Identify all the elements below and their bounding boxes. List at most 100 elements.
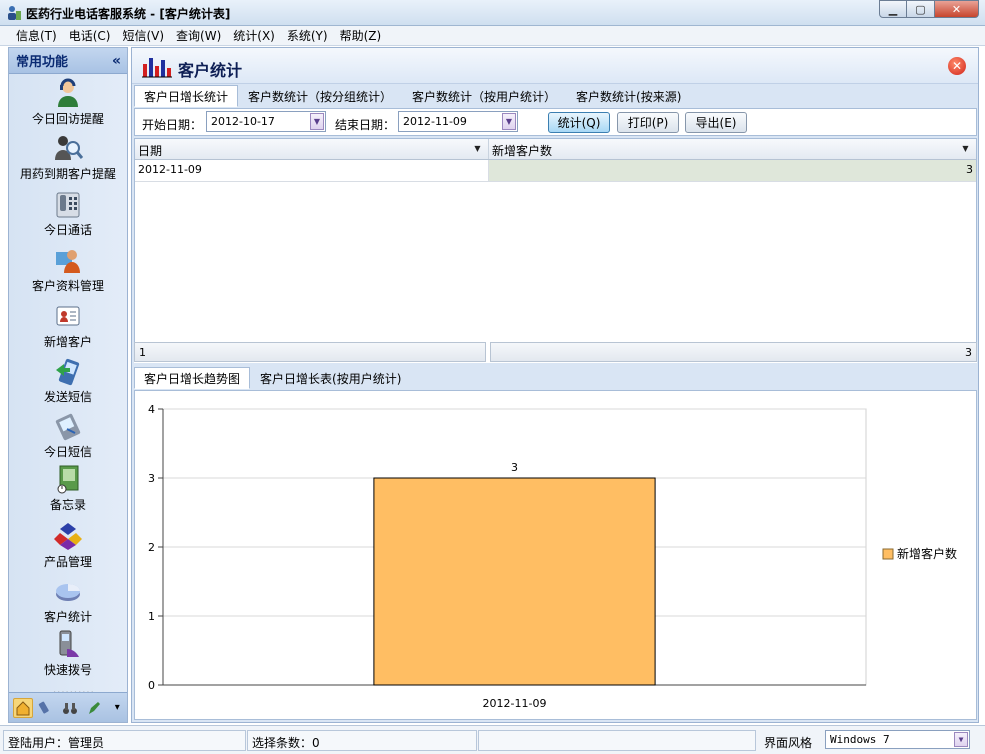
column-header-new-customers[interactable]: 新增客户数: [489, 139, 976, 159]
pie-chart-icon: [52, 576, 84, 606]
chevron-down-icon[interactable]: ▼: [471, 142, 484, 155]
bar-chart-icon: [142, 58, 172, 78]
table-row[interactable]: 2012-11-09 3: [135, 160, 976, 182]
pen-icon[interactable]: [84, 698, 104, 718]
grid-header: 日期 ▼ 新增客户数 ▼: [135, 139, 976, 160]
menu-system[interactable]: 系统(Y): [281, 27, 334, 44]
home-icon[interactable]: [13, 697, 33, 718]
sidebar-item-memo[interactable]: 备忘录: [9, 464, 127, 513]
magnifier-person-icon: [52, 133, 84, 163]
column-header-date[interactable]: 日期: [135, 139, 489, 159]
tab-table-by-user[interactable]: 客户日增长表(按用户统计): [250, 367, 411, 389]
tab-trend-chart[interactable]: 客户日增长趋势图: [134, 367, 251, 389]
grid-summary-row: 1 3: [134, 342, 977, 363]
window-title: 医药行业电话客服系统 - [客户统计表]: [26, 7, 231, 21]
bar-chart: 0 1 2 3 4 3 2012-11-09 新增客户数: [148, 403, 957, 710]
column-header-label: 日期: [138, 144, 163, 158]
sidebar-item-product-management[interactable]: 产品管理: [9, 521, 127, 570]
sidebar-header: 常用功能 «: [9, 48, 127, 74]
chart-area: 0 1 2 3 4 3 2012-11-09 新增客户数: [134, 390, 977, 720]
sidebar-item-label: 客户资料管理: [31, 279, 104, 293]
end-date-value: 2012-11-09: [403, 115, 467, 128]
tab-daily-growth[interactable]: 客户日增长统计: [134, 85, 239, 107]
close-window-button[interactable]: ✕: [935, 0, 979, 18]
person-headset-icon: [52, 78, 84, 108]
cubes-icon: [52, 521, 84, 551]
sidebar-item-customer-management[interactable]: 客户资料管理: [9, 245, 127, 294]
style-label: 界面风格: [764, 736, 813, 750]
menu-info[interactable]: 信息(T): [10, 27, 63, 44]
chevron-down-icon[interactable]: ▼: [502, 113, 516, 130]
y-tick-label: 2: [148, 541, 155, 554]
stat-tabs: 客户日增长统计 客户数统计（按分组统计） 客户数统计（按用户统计） 客户数统计(…: [134, 85, 691, 107]
style-select-value: Windows 7: [830, 733, 890, 746]
menu-query[interactable]: 查询(W): [170, 27, 227, 44]
sidebar-item-followup-reminder[interactable]: 今日回访提醒: [9, 78, 127, 127]
sidebar-item-label: 用药到期客户提醒: [19, 167, 116, 181]
summary-count: 1: [134, 342, 486, 362]
person-card-icon: [52, 245, 84, 275]
sidebar-item-today-calls[interactable]: 今日通话: [9, 189, 127, 238]
export-button[interactable]: 导出(E): [685, 112, 747, 133]
cell-new-customers[interactable]: 3: [489, 160, 976, 181]
sidebar-item-new-customer[interactable]: 新增客户: [9, 301, 127, 350]
chevron-down-icon[interactable]: ▼: [954, 732, 968, 747]
memo-clock-icon: [52, 464, 84, 494]
menu-help[interactable]: 帮助(Z): [334, 27, 388, 44]
cell-date[interactable]: 2012-11-09: [135, 160, 489, 181]
stats-grid: 日期 ▼ 新增客户数 ▼ 2012-11-09 3: [134, 138, 977, 363]
main-panel: 客户统计 ✕ 客户日增长统计 客户数统计（按分组统计） 客户数统计（按用户统计）…: [131, 47, 979, 723]
chart-tabs: 客户日增长趋势图 客户日增长表(按用户统计): [134, 367, 411, 389]
end-date-field[interactable]: 2012-11-09 ▼: [398, 111, 518, 132]
tab-by-user[interactable]: 客户数统计（按用户统计）: [402, 85, 566, 107]
sidebar-toolbar: ▾: [9, 692, 127, 722]
column-header-label: 新增客户数: [492, 144, 553, 158]
sidebar-item-label: 今日通话: [43, 223, 92, 237]
sms-device-icon: [52, 411, 84, 441]
start-date-value: 2012-10-17: [211, 115, 275, 128]
binoculars-icon[interactable]: [60, 698, 80, 718]
sidebar-item-customer-statistics[interactable]: 客户统计: [9, 576, 127, 625]
stat-button[interactable]: 统计(Q): [548, 112, 610, 133]
sidebar: 常用功能 « 今日回访提醒 用药到期客户提醒 今日通话 客户资料管理 新增客户 …: [8, 47, 128, 723]
sidebar-item-medication-expiry[interactable]: 用药到期客户提醒: [9, 133, 127, 182]
y-tick-label: 1: [148, 610, 155, 623]
window-titlebar: 医药行业电话客服系统 - [客户统计表] ▁ ▢ ✕: [0, 0, 985, 26]
sidebar-item-label: 发送短信: [43, 390, 92, 404]
minimize-button[interactable]: ▁: [879, 0, 907, 18]
print-button[interactable]: 打印(P): [617, 112, 679, 133]
tab-by-source[interactable]: 客户数统计(按来源): [566, 85, 691, 107]
chevron-down-icon[interactable]: ▼: [310, 113, 324, 130]
menu-statistics[interactable]: 统计(X): [227, 27, 281, 44]
style-select[interactable]: Windows 7 ▼: [825, 730, 970, 749]
sidebar-item-send-sms[interactable]: 发送短信: [9, 356, 127, 405]
close-panel-icon[interactable]: ✕: [948, 57, 966, 75]
status-user: 登陆用户：管理员: [3, 730, 246, 751]
sidebar-item-label: 今日回访提醒: [31, 112, 104, 126]
sidebar-item-quick-dial[interactable]: 快速拨号: [9, 629, 127, 678]
maximize-button[interactable]: ▢: [907, 0, 935, 18]
start-date-field[interactable]: 2012-10-17 ▼: [206, 111, 326, 132]
menubar: 信息(T) 电话(C) 短信(V) 查询(W) 统计(X) 系统(Y) 帮助(Z…: [0, 26, 985, 46]
sidebar-item-label: 客户统计: [43, 610, 92, 624]
statusbar: 登陆用户：管理员 选择条数：0 界面风格 Windows 7 ▼: [0, 725, 985, 754]
sidebar-item-today-sms[interactable]: 今日短信: [9, 411, 127, 460]
telephone-icon: [52, 189, 84, 219]
y-tick-label: 3: [148, 472, 155, 485]
menu-sms[interactable]: 短信(V): [116, 27, 170, 44]
bar: [373, 477, 656, 686]
chevron-down-icon[interactable]: ▾: [107, 698, 127, 718]
phone-icon[interactable]: [37, 698, 57, 718]
sidebar-item-label: 快速拨号: [43, 663, 92, 677]
chevron-down-icon[interactable]: ▼: [959, 142, 972, 155]
x-tick-label: 2012-11-09: [483, 697, 547, 710]
collapse-sidebar-icon[interactable]: «: [112, 53, 121, 69]
end-date-label: 结束日期：: [335, 118, 396, 132]
mobile-phone-icon: [52, 629, 84, 659]
legend-swatch: [882, 548, 894, 560]
menu-phone[interactable]: 电话(C): [63, 27, 117, 44]
app-icon: [8, 6, 21, 20]
tab-by-group[interactable]: 客户数统计（按分组统计）: [238, 85, 402, 107]
y-tick-label: 0: [148, 679, 155, 692]
start-date-label: 开始日期：: [142, 118, 203, 132]
